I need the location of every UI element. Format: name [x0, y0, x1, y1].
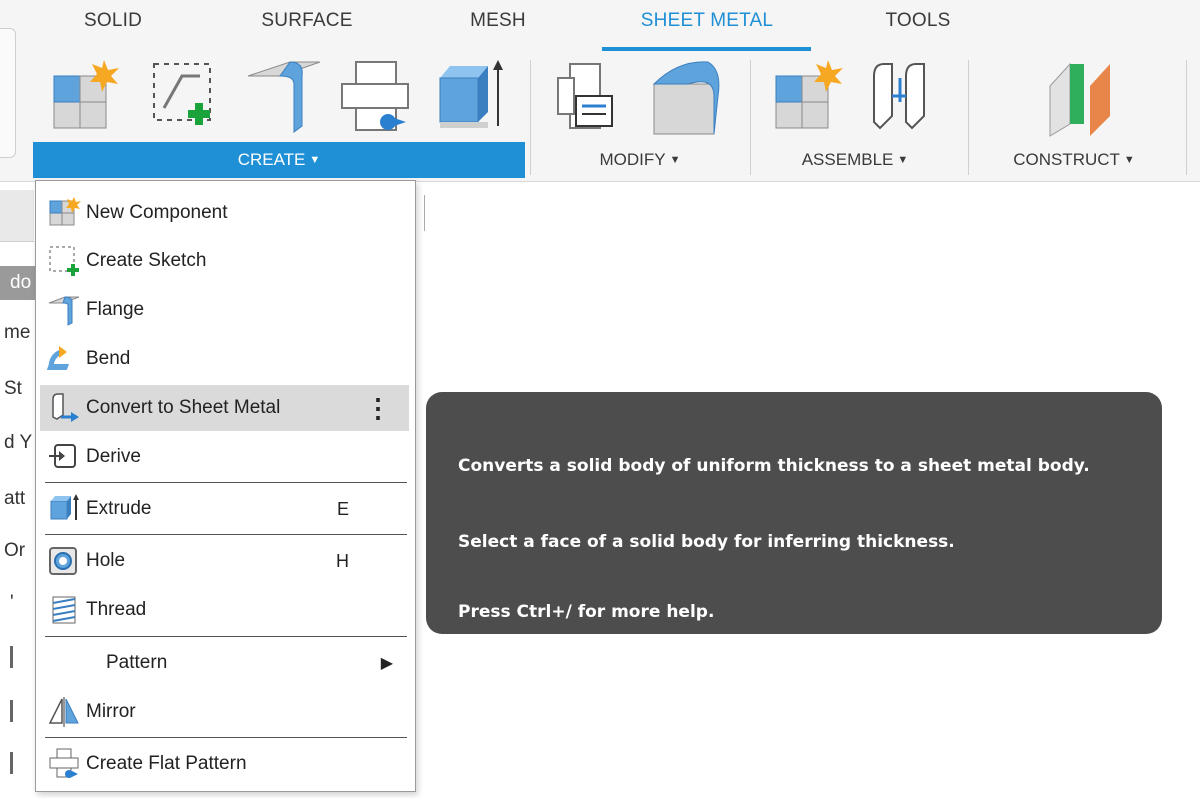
menu-item-label: Convert to Sheet Metal — [86, 397, 281, 418]
create-dropdown-menu: New Component Create Sketch Flange Bend … — [35, 180, 416, 792]
more-options-icon[interactable]: ⋮ — [365, 395, 391, 421]
tab-sheet-metal[interactable]: SHEET METAL — [612, 10, 802, 50]
browser-row[interactable]: me — [4, 322, 36, 344]
pattern-icon-placeholder — [44, 643, 84, 683]
menu-item-new-component[interactable]: New Component — [36, 190, 415, 236]
menu-item-label: Bend — [86, 348, 131, 369]
menu-item-label: Thread — [86, 599, 147, 620]
modify-group-label: MODIFY — [599, 150, 666, 169]
submenu-arrow-icon: ▶ — [380, 655, 393, 672]
menu-item-label: Flange — [86, 299, 145, 320]
tooltip-instruction: Select a face of a solid body for inferr… — [458, 532, 955, 552]
create-sketch-icon — [44, 241, 84, 281]
menu-item-label: Hole — [86, 550, 126, 571]
unfold-icon[interactable] — [548, 56, 628, 138]
tab-surface[interactable]: SURFACE — [246, 10, 368, 50]
timeline-marker — [10, 752, 13, 774]
menu-item-thread[interactable]: Thread — [36, 587, 415, 633]
command-tooltip: Converts a solid body of uniform thickne… — [426, 392, 1162, 634]
extrude-icon — [44, 489, 84, 529]
chevron-down-icon: ▼ — [669, 154, 681, 166]
tab-solid[interactable]: SOLID — [68, 10, 158, 50]
shortcut-key: E — [336, 498, 349, 519]
flange-icon — [44, 290, 84, 330]
assemble-new-component-icon[interactable] — [770, 56, 850, 138]
assemble-group-button[interactable]: ASSEMBLE ▼ — [770, 142, 940, 178]
menu-item-create-flat-pattern[interactable]: Create Flat Pattern — [36, 741, 415, 787]
panel-edge — [0, 28, 16, 158]
assemble-group-label: ASSEMBLE — [801, 150, 894, 169]
shortcut-key: H — [336, 550, 349, 571]
create-group-button[interactable]: CREATE ▼ — [33, 142, 525, 178]
menu-item-label: Extrude — [86, 498, 152, 519]
thread-icon — [44, 590, 84, 630]
mirror-icon — [44, 692, 84, 732]
new-component-icon — [44, 193, 84, 233]
menu-item-label: Create Flat Pattern — [86, 753, 247, 774]
browser-row[interactable]: att — [4, 488, 36, 510]
extrude-icon[interactable] — [434, 56, 514, 138]
menu-item-label: Mirror — [86, 701, 136, 722]
new-component-icon[interactable] — [44, 56, 124, 138]
chevron-down-icon: ▼ — [1123, 154, 1135, 166]
chevron-down-icon: ▼ — [309, 154, 321, 166]
menu-divider — [45, 636, 407, 637]
create-group-label: CREATE — [237, 150, 306, 169]
chevron-down-icon: ▼ — [897, 154, 909, 166]
browser-row[interactable]: d Y — [4, 432, 36, 454]
menu-item-flange[interactable]: Flange — [36, 287, 415, 333]
bend-corner-icon[interactable] — [648, 56, 728, 138]
browser-header — [0, 190, 34, 242]
menu-item-label: Create Sketch — [86, 250, 207, 271]
menu-item-convert-to-sheet-metal[interactable]: Convert to Sheet Metal ⋮ — [40, 385, 409, 431]
convert-to-sheet-metal-icon — [44, 388, 84, 428]
active-tab-indicator — [602, 47, 811, 51]
construct-group-label: CONSTRUCT — [1013, 150, 1120, 169]
menu-item-pattern[interactable]: Pattern ▶ — [36, 640, 415, 686]
modify-group-button[interactable]: MODIFY ▼ — [560, 142, 720, 178]
browser-row[interactable]: Or — [4, 540, 36, 562]
menu-divider — [45, 534, 407, 535]
menu-item-label: Derive — [86, 446, 141, 467]
derive-icon — [44, 437, 84, 477]
tooltip-description: Converts a solid body of uniform thickne… — [458, 456, 1090, 476]
construct-group-button[interactable]: CONSTRUCT ▼ — [984, 142, 1164, 178]
menu-item-bend[interactable]: Bend — [36, 336, 415, 382]
menu-divider — [45, 737, 407, 738]
menu-item-extrude[interactable]: Extrude E — [36, 486, 415, 532]
tab-tools[interactable]: TOOLS — [868, 10, 968, 50]
timeline-marker — [10, 700, 13, 722]
timeline-marker — [10, 646, 13, 668]
menu-item-derive[interactable]: Derive — [36, 434, 415, 480]
menu-item-label: New Component — [86, 202, 228, 223]
tooltip-help: Press Ctrl+/ for more help. — [458, 602, 715, 622]
create-sketch-icon[interactable] — [144, 56, 224, 138]
ribbon-toolbar: SOLID SURFACE MESH SHEET METAL TOOLS CRE… — [0, 0, 1200, 182]
hole-icon — [44, 541, 84, 581]
browser-row[interactable]: St — [4, 378, 36, 400]
browser-row-document[interactable]: do — [0, 266, 36, 300]
construct-plane-icon[interactable] — [1040, 56, 1120, 138]
panel-divider — [415, 195, 425, 231]
menu-divider — [45, 482, 407, 483]
menu-item-label: Pattern — [106, 652, 168, 673]
menu-item-mirror[interactable]: Mirror — [36, 689, 415, 735]
flange-icon[interactable] — [244, 56, 324, 138]
tab-mesh[interactable]: MESH — [456, 10, 540, 50]
create-flat-pattern-icon[interactable] — [336, 56, 416, 138]
menu-item-hole[interactable]: Hole H — [36, 538, 415, 584]
create-flat-pattern-icon — [44, 744, 84, 784]
joint-icon[interactable] — [862, 56, 942, 138]
bend-icon — [44, 339, 84, 379]
menu-item-create-sketch[interactable]: Create Sketch — [36, 238, 415, 284]
